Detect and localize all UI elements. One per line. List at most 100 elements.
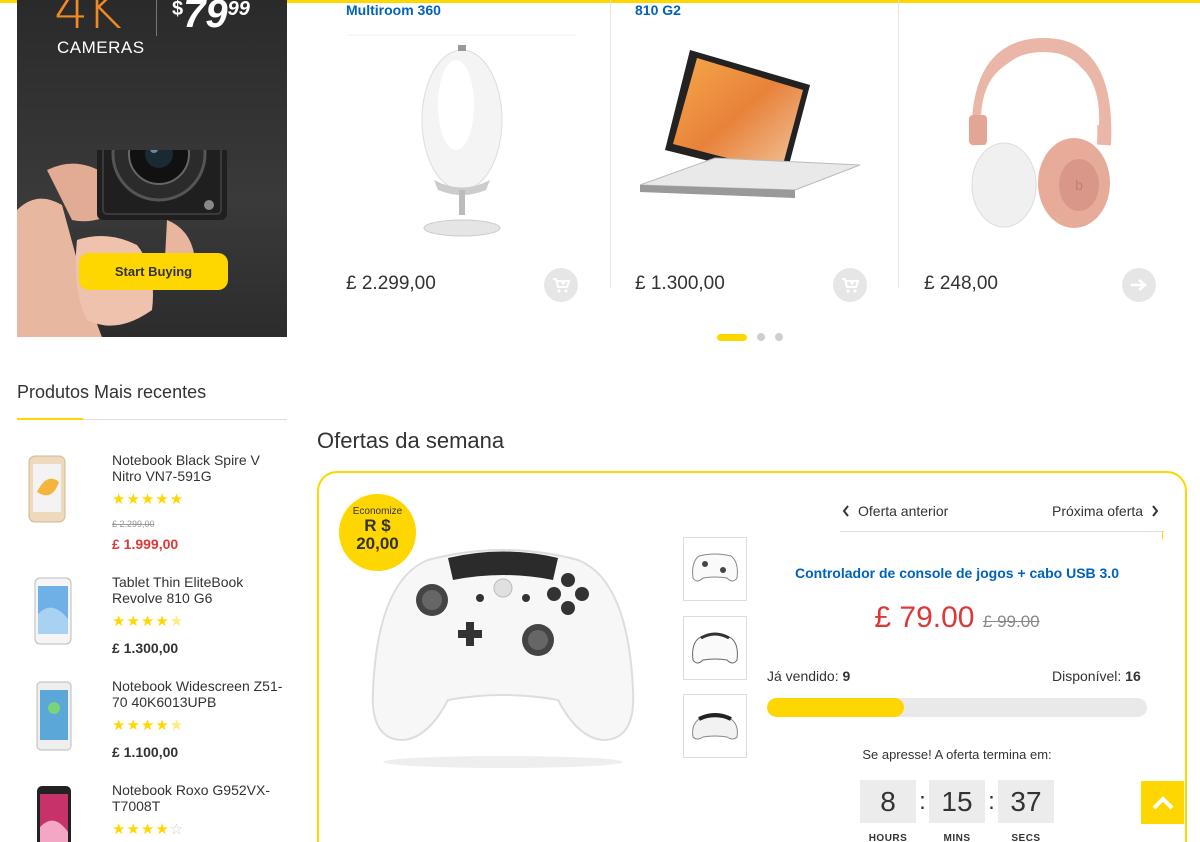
available-count: Disponível: 16	[1052, 668, 1141, 684]
timer-minutes: 15 MINS	[929, 780, 985, 842]
rating-stars: ★★★★☆	[112, 821, 185, 838]
deal-nav-divider	[840, 531, 1164, 532]
controller-main-image[interactable]	[368, 540, 638, 770]
timer-minutes-label: MINS	[943, 833, 971, 842]
carousel-product-1[interactable]: Multiroom 360 £ 2.299,00	[346, 0, 586, 302]
product-thumbnail[interactable]	[17, 574, 92, 649]
savings-badge-currency: R $	[364, 516, 391, 535]
timer-seconds: 37 SECS	[998, 780, 1054, 842]
timer-separator: :	[988, 788, 995, 815]
carousel-product-2[interactable]: 810 G2 £ 1.300,00	[635, 0, 875, 302]
headphones-image[interactable]: b	[924, 35, 1154, 235]
carousel-product-3[interactable]: b £ 248,00	[924, 0, 1164, 302]
sold-value: 9	[842, 668, 851, 684]
add-to-cart-icon	[842, 278, 859, 293]
promo-price-currency: $	[172, 0, 184, 20]
next-deal-link[interactable]: Próxima oferta	[1052, 503, 1159, 519]
promo-headline: 4K	[54, 0, 122, 41]
savings-badge: Economize R $ 20,00	[339, 494, 416, 571]
product-thumbnail[interactable]	[17, 452, 92, 527]
controller-thumb-image	[692, 713, 738, 740]
deal-price-old: £ 99.00	[982, 612, 1040, 631]
deal-nav-accent	[1162, 531, 1163, 539]
laptop-image[interactable]	[635, 40, 865, 220]
heading-accent	[17, 418, 83, 420]
deal-price-current: £ 79.00	[874, 601, 975, 634]
product-name[interactable]: Tablet Thin EliteBook Revolve 810 G6	[112, 574, 292, 606]
promo-divider	[156, 0, 157, 36]
product-name[interactable]: Notebook Black Spire V Nitro VN7-591G	[112, 452, 292, 484]
previous-deal-label: Oferta anterior	[858, 503, 949, 519]
carousel-divider	[898, 0, 899, 288]
product-thumbnail[interactable]	[17, 678, 92, 753]
svg-text:b: b	[1075, 177, 1083, 193]
add-to-cart-button[interactable]	[544, 268, 578, 302]
product-price: £ 2.299,00	[346, 273, 436, 294]
recent-product-item[interactable]: Notebook Roxo G952VX-T7008T ★★★★☆	[17, 782, 287, 842]
carousel-dot-1[interactable]	[717, 333, 747, 341]
savings-badge-amount: 20,00	[356, 534, 399, 553]
controller-thumb-image	[692, 553, 738, 582]
deal-price: £ 79.00 £ 99.00	[767, 601, 1147, 635]
weekly-deals-heading: Ofertas da semana	[317, 428, 505, 453]
timer-seconds-value: 37	[998, 780, 1054, 823]
recent-product-item[interactable]: Notebook Black Spire V Nitro VN7-591G ★★…	[17, 452, 287, 562]
controller-thumb-image	[692, 632, 738, 664]
countdown-timer: 8 HOURS : 15 MINS : 37 SECS	[860, 780, 1054, 842]
promo-banner[interactable]: 4K CAMERAS $7999 Start Buying	[17, 0, 287, 337]
product-price: £ 1.300,00	[112, 640, 179, 656]
timer-separator: :	[919, 788, 926, 815]
carousel-dot-3[interactable]	[775, 333, 783, 341]
product-thumbnail[interactable]	[17, 782, 92, 842]
carousel-pagination	[717, 333, 783, 341]
next-deal-label: Próxima oferta	[1052, 503, 1144, 519]
promo-subtitle: CAMERAS	[57, 38, 145, 57]
sold-label: Já vendido:	[767, 668, 839, 684]
promo-price-int: 79	[183, 0, 228, 36]
timer-minutes-value: 15	[929, 780, 985, 823]
product-price: £ 1.300,00	[635, 273, 725, 294]
deal-product-name[interactable]: Controlador de console de jogos + cabo U…	[767, 565, 1147, 581]
timer-hours-value: 8	[860, 780, 916, 823]
start-buying-button[interactable]: Start Buying	[79, 253, 228, 290]
promo-price-cents: 99	[227, 0, 250, 20]
recent-product-item[interactable]: Tablet Thin EliteBook Revolve 810 G6 ★★★…	[17, 574, 287, 664]
rating-stars: ★★★★★	[112, 717, 185, 734]
recent-product-item[interactable]: Notebook Widescreen Z51-70 40K6013UPB ★★…	[17, 678, 287, 768]
product-title[interactable]: 810 G2	[635, 2, 681, 18]
view-product-button[interactable]	[1122, 268, 1156, 302]
product-name[interactable]: Notebook Widescreen Z51-70 40K6013UPB	[112, 678, 292, 710]
rating-stars: ★★★★★	[112, 491, 185, 508]
camera-in-hand-image	[17, 150, 227, 337]
carousel-divider	[610, 0, 611, 288]
product-price: £ 248,00	[924, 273, 998, 294]
product-name[interactable]: Notebook Roxo G952VX-T7008T	[112, 782, 292, 814]
available-value: 16	[1125, 668, 1141, 684]
deal-thumbnail-1[interactable]	[683, 537, 747, 601]
add-to-cart-button[interactable]	[833, 268, 867, 302]
sold-progress-fill	[767, 698, 904, 717]
deal-thumbnail-3[interactable]	[683, 694, 747, 758]
arrow-right-icon	[1131, 279, 1147, 291]
timer-hours: 8 HOURS	[860, 780, 916, 842]
speaker-image[interactable]	[346, 30, 576, 245]
available-label: Disponível:	[1052, 668, 1122, 684]
promo-price: $7999	[172, 0, 250, 37]
deal-ends-text: Se apresse! A oferta termina em:	[862, 747, 1052, 762]
product-price: £ 1.100,00	[112, 744, 179, 760]
previous-deal-link[interactable]: Oferta anterior	[842, 503, 948, 519]
sold-progress-bar	[767, 698, 1147, 717]
add-to-cart-icon	[553, 278, 570, 293]
carousel-dot-2[interactable]	[757, 333, 765, 341]
product-price: £ 1.999,00	[112, 536, 179, 552]
timer-seconds-label: SECS	[1011, 833, 1041, 842]
chevron-right-icon	[1152, 505, 1159, 517]
scroll-to-top-button[interactable]	[1141, 781, 1184, 824]
recent-products-heading: Produtos Mais recentes	[17, 382, 207, 402]
sold-count: Já vendido: 9	[767, 668, 850, 684]
chevron-left-icon	[842, 505, 849, 517]
rating-stars: ★★★★★	[112, 613, 185, 630]
deal-thumbnail-2[interactable]	[683, 616, 747, 680]
product-title[interactable]: Multiroom 360	[346, 2, 441, 18]
timer-hours-label: HOURS	[868, 833, 908, 842]
